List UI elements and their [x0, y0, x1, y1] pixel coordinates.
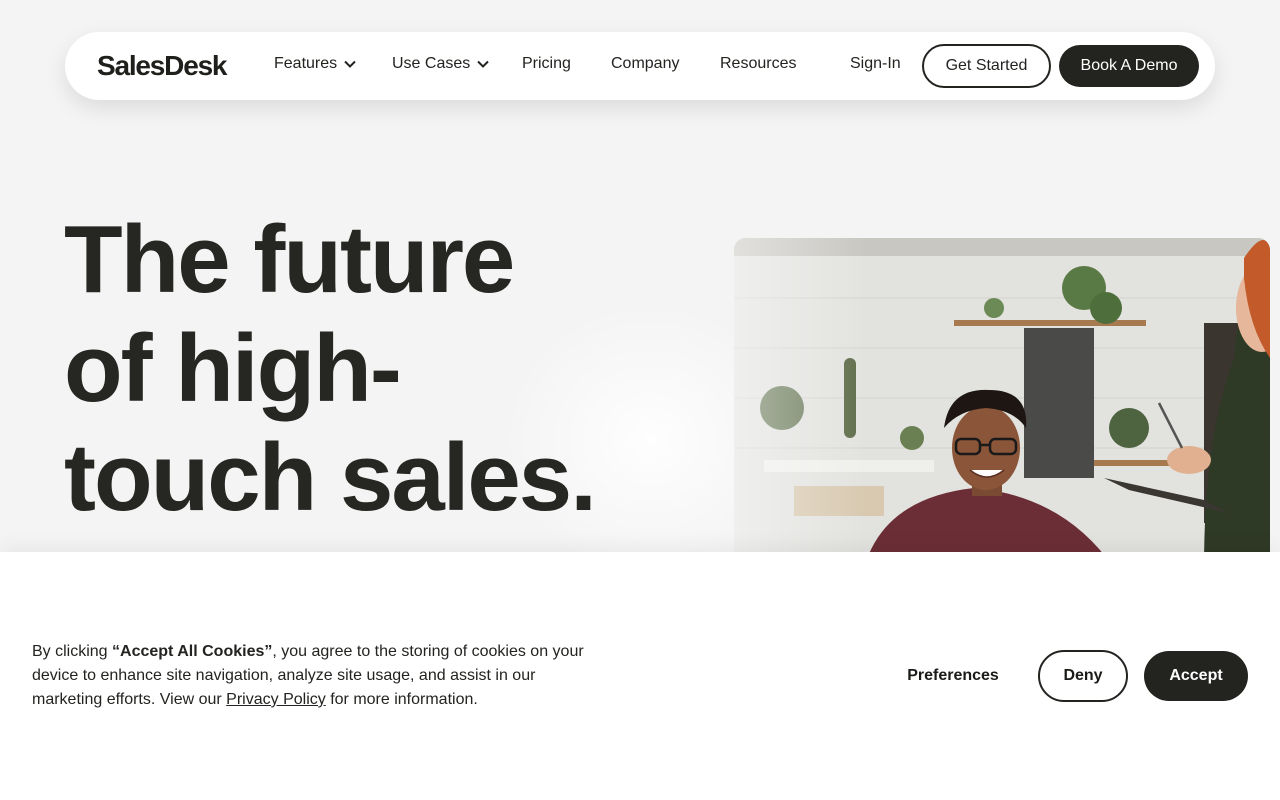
nav-item-use-cases[interactable]: Use Cases [392, 55, 490, 73]
cookie-text-suffix: for more information. [325, 691, 478, 708]
nav-item-label: Resources [720, 55, 797, 72]
accept-button[interactable]: Accept [1144, 651, 1248, 701]
hero-title-line-1: The future [64, 206, 515, 313]
hero-title: The future of high- touch sales. [64, 205, 704, 532]
hero-title-line-2: of high- [64, 315, 402, 422]
hero-title-line-3: touch sales. [64, 424, 597, 531]
cookie-consent-text: By clicking “Accept All Cookies”, you ag… [32, 640, 602, 712]
book-demo-button[interactable]: Book A Demo [1059, 45, 1199, 87]
cookie-text-bold: “Accept All Cookies” [112, 643, 273, 660]
nav-item-label: Company [611, 55, 680, 72]
deny-button[interactable]: Deny [1038, 650, 1128, 702]
nav-item-resources[interactable]: Resources [720, 55, 796, 73]
cookie-text-prefix: By clicking [32, 643, 113, 660]
chevron-down-icon [477, 60, 489, 68]
nav-item-label: Pricing [522, 55, 571, 72]
salesdesk-logo[interactable]: SalesDesk [97, 50, 228, 82]
hero-image [734, 238, 1270, 568]
cookie-consent-banner: By clicking “Accept All Cookies”, you ag… [0, 552, 1280, 800]
preferences-button[interactable]: Preferences [890, 652, 1016, 700]
nav-item-label: Features [274, 55, 338, 72]
privacy-policy-link[interactable]: Privacy Policy [226, 691, 326, 708]
get-started-button[interactable]: Get Started [922, 44, 1051, 88]
meeting-photo [734, 238, 1270, 568]
main-navigation: SalesDesk Features Use Cases Pricing Com… [65, 32, 1215, 100]
nav-item-pricing[interactable]: Pricing [522, 55, 571, 73]
nav-item-label: Use Cases [392, 55, 471, 72]
nav-item-company[interactable]: Company [611, 55, 679, 73]
sign-in-link[interactable]: Sign-In [850, 55, 901, 73]
chevron-down-icon [344, 60, 356, 68]
nav-item-features[interactable]: Features [274, 55, 357, 73]
